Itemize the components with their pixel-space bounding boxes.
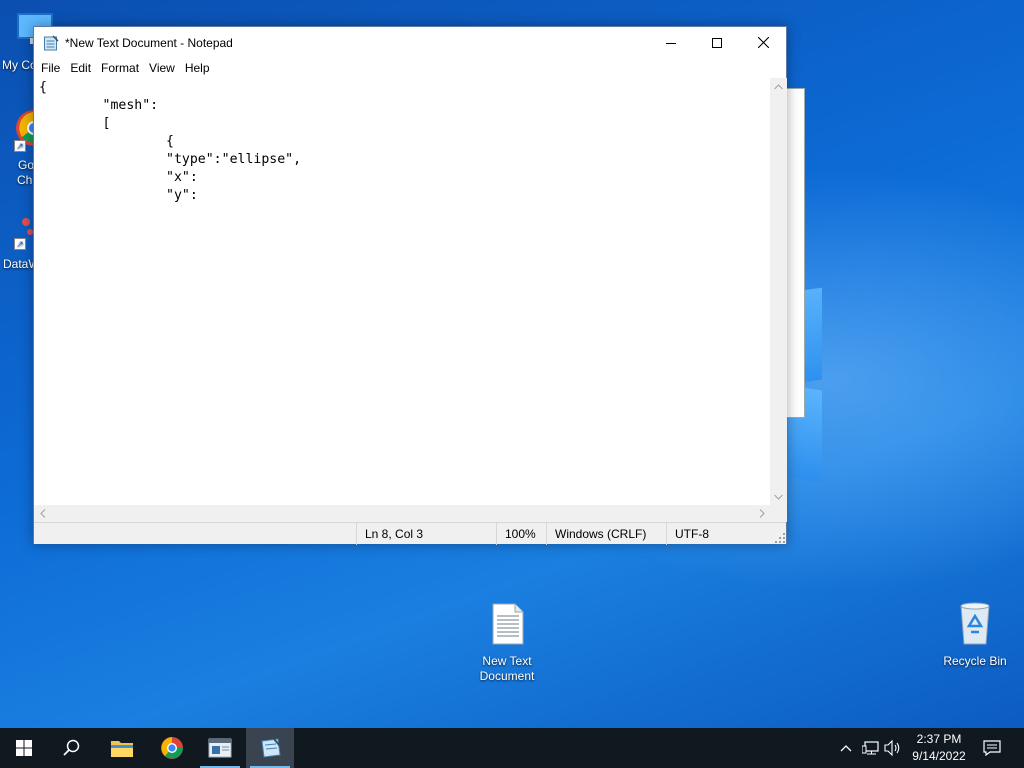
taskbar: 2:37 PM 9/14/2022 [0, 728, 1024, 768]
maximize-button[interactable] [694, 27, 740, 58]
notepad-window[interactable]: *New Text Document - Notepad File Edit F… [33, 26, 787, 545]
menu-file[interactable]: File [36, 58, 65, 78]
search-icon [63, 739, 80, 756]
notification-icon [983, 740, 1001, 756]
menu-format[interactable]: Format [96, 58, 144, 78]
status-line-ending: Windows (CRLF) [546, 523, 666, 545]
scroll-left-arrow-icon[interactable] [34, 505, 51, 522]
status-encoding: UTF-8 [666, 523, 786, 545]
menu-view[interactable]: View [144, 58, 180, 78]
status-zoom: 100% [496, 523, 546, 545]
taskbar-file-explorer[interactable] [98, 728, 146, 768]
search-button[interactable] [48, 728, 96, 768]
clock-time: 2:37 PM [916, 732, 962, 746]
title-bar[interactable]: *New Text Document - Notepad [34, 27, 786, 58]
taskbar-chrome[interactable] [148, 728, 196, 768]
menu-edit[interactable]: Edit [65, 58, 96, 78]
scrollbar-corner [770, 505, 787, 522]
document-text[interactable]: { "mesh": [ { "type":"ellipse", "x": "y"… [34, 78, 770, 205]
recycle-bin-icon [960, 602, 990, 645]
start-icon [16, 740, 32, 756]
desktop-icon-label: Go [18, 158, 35, 172]
shortcut-arrow-icon: ↗ [14, 238, 26, 250]
chevron-up-icon [840, 745, 852, 752]
status-bar: Ln 8, Col 3 100% Windows (CRLF) UTF-8 [34, 522, 786, 545]
close-button[interactable] [740, 27, 786, 58]
desktop-icon-label: Document [479, 669, 535, 683]
close-icon [757, 37, 769, 48]
network-icon [862, 741, 879, 755]
start-button[interactable] [0, 728, 48, 768]
scroll-down-arrow-icon[interactable] [770, 488, 787, 505]
taskbar-notepad[interactable] [246, 728, 294, 768]
desktop-icon-label: Ch [17, 173, 33, 187]
notepad-icon [44, 34, 59, 50]
status-cursor-position: Ln 8, Col 3 [356, 523, 496, 545]
maximize-icon [712, 37, 722, 48]
volume-icon [884, 740, 900, 756]
desktop-icon-label: New Text [482, 654, 532, 668]
clock[interactable]: 2:37 PM 9/14/2022 [905, 731, 973, 765]
minimize-button[interactable] [648, 27, 694, 58]
menu-help[interactable]: Help [180, 58, 215, 78]
resize-grip-icon[interactable] [775, 533, 785, 543]
desktop-icon-label: My Co [2, 58, 37, 72]
chrome-icon [161, 737, 183, 759]
app-window-icon [208, 738, 232, 758]
horizontal-scrollbar[interactable] [34, 505, 770, 522]
file-explorer-icon [111, 741, 133, 757]
taskbar-app-window[interactable] [196, 728, 244, 768]
network-button[interactable] [860, 728, 882, 768]
scroll-right-arrow-icon[interactable] [753, 505, 770, 522]
minimize-icon [666, 42, 676, 44]
clock-date: 9/14/2022 [912, 749, 966, 763]
show-hidden-icons-button[interactable] [836, 728, 856, 768]
desktop-icon-new-text-document[interactable]: New Text Document [467, 602, 547, 684]
text-file-icon [492, 603, 524, 645]
volume-button[interactable] [882, 728, 904, 768]
notepad-icon [261, 738, 281, 758]
scroll-up-arrow-icon[interactable] [770, 78, 787, 95]
menu-bar: File Edit Format View Help [34, 58, 786, 78]
action-center-button[interactable] [978, 728, 1006, 768]
vertical-scrollbar[interactable] [770, 78, 787, 505]
text-editor-area[interactable]: { "mesh": [ { "type":"ellipse", "x": "y"… [34, 78, 770, 505]
desktop-icon-recycle-bin[interactable]: Recycle Bin [935, 602, 1015, 669]
shortcut-arrow-icon: ↗ [14, 140, 26, 152]
window-title: *New Text Document - Notepad [65, 35, 233, 50]
desktop-icon-label: Recycle Bin [943, 654, 1007, 668]
